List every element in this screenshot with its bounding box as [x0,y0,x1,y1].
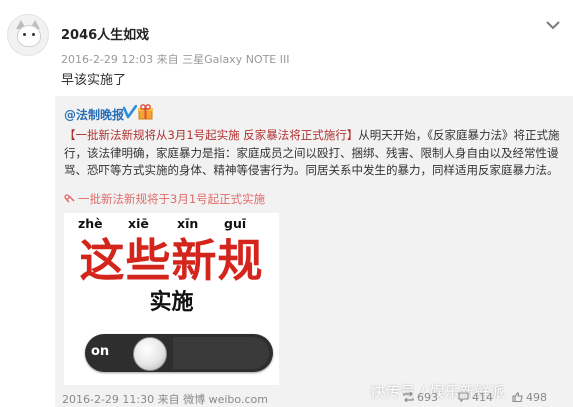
headline-bracket-text: 【一批新法新规将从3月1号起实施 反家暴法将正式施行】 [64,128,359,142]
repost-count[interactable]: 693 [403,391,438,404]
pinyin-1: zhè [78,216,103,231]
post-text: 早该实施了 [61,73,127,88]
cat-face-icon [17,25,41,47]
pinyin-3: xīn [177,216,199,231]
on-toggle-graphic: on [85,334,273,372]
user-name[interactable]: 2046人生如戏 [61,24,149,43]
like-count-value: 498 [526,391,547,404]
user-avatar[interactable] [7,14,49,56]
toggle-knob-icon [133,337,167,371]
toggle-track [173,337,269,369]
comment-count-value: 414 [472,391,493,404]
image-headline: 这些新规 [79,234,264,287]
news-image[interactable]: zhè xiē xīn guī 这些新规 实施 on [64,213,279,385]
chevron-down-icon[interactable] [546,20,560,30]
verified-badge-icon [123,105,137,119]
like-count[interactable]: 498 [512,391,547,404]
repost-count-value: 693 [417,391,438,404]
original-post-text: 【一批新法新规将从3月1号起实施 反家暴法将正式施行】从明天开始，《反家庭暴力法… [64,127,564,180]
article-link-text: 一批新法新规将于3月1号起正式实施 [78,192,266,206]
cat-eye-left [23,33,26,36]
comment-icon [458,392,469,402]
image-subtitle: 实施 [149,290,194,315]
link-icon [64,194,75,203]
thumbs-up-icon [512,392,523,402]
original-post-meta: 2016-2-29 11:30 来自 微博 weibo.com [62,393,268,406]
post-meta: 2016-2-29 12:03 来自 三星Galaxy NOTE III [61,53,290,66]
gift-icon [138,104,153,120]
article-link[interactable]: 一批新法新规将于3月1号起正式实施 [64,191,265,207]
pinyin-4: guī [224,216,247,231]
repost-icon [403,392,414,402]
toggle-label: on [91,344,110,359]
original-author[interactable]: @法制晚报 [64,106,124,123]
comment-count[interactable]: 414 [458,391,493,404]
cat-eye-right [32,33,35,36]
pinyin-2: xiē [128,216,149,231]
